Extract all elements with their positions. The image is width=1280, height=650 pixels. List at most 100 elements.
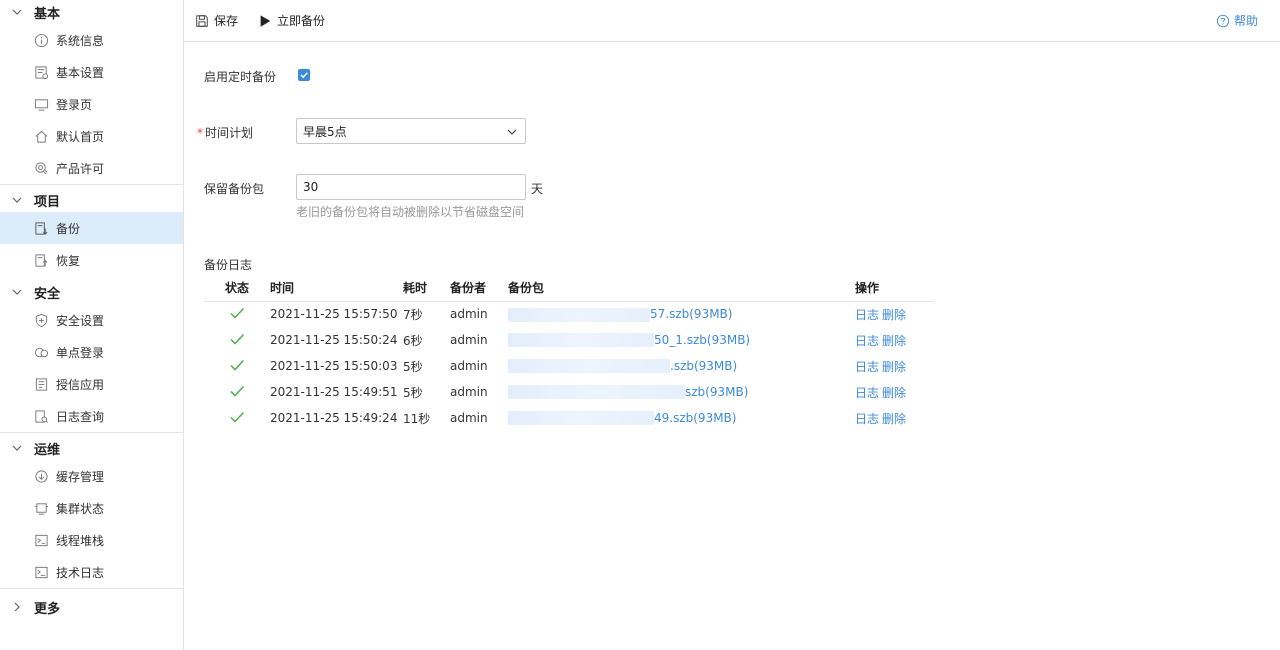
divider [0, 432, 183, 433]
success-check-icon [229, 409, 245, 425]
package-name: 49.szb(93MB) [654, 410, 737, 425]
sidebar-item-license[interactable]: 产品许可 [0, 152, 183, 184]
redacted-block [508, 307, 650, 322]
checkmark-icon [300, 72, 308, 79]
log-link[interactable]: 日志 [855, 308, 879, 322]
backup-now-label: 立即备份 [277, 14, 326, 28]
success-check-icon [229, 331, 245, 347]
package-name: .szb(93MB) [670, 358, 738, 373]
info-icon [34, 33, 49, 48]
sidebar-item-cache[interactable]: 缓存管理 [0, 460, 183, 492]
log-link[interactable]: 日志 [855, 334, 879, 348]
nav-group-label: 安全 [34, 286, 61, 302]
package-link[interactable]: .szb(93MB) [508, 353, 855, 379]
cell-duration: 5秒 [403, 385, 423, 400]
keep-hint: 老旧的备份包将自动被删除以节省磁盘空间 [296, 205, 525, 219]
sidebar-item-log-query[interactable]: 日志查询 [0, 400, 183, 432]
divider [0, 588, 183, 589]
nav-group-ops[interactable]: 运维 [0, 436, 183, 460]
log-link[interactable]: 日志 [855, 412, 879, 426]
table-row: 2021-11-25 15:50:03 5秒 admin .szb(93MB) … [204, 353, 934, 379]
redacted-block [508, 385, 685, 400]
sidebar-item-tech-log[interactable]: 技术日志 [0, 556, 183, 588]
nav-group-security[interactable]: 安全 [0, 280, 183, 304]
delete-link[interactable]: 删除 [882, 386, 906, 400]
shield-icon [34, 313, 49, 328]
sidebar-item-thread-stack[interactable]: 线程堆栈 [0, 524, 183, 556]
chevron-down-icon [12, 287, 22, 297]
package-link[interactable]: 49.szb(93MB) [508, 405, 855, 431]
nav-group-basic[interactable]: 基本 [0, 0, 183, 24]
sidebar-item-label: 授信应用 [56, 377, 105, 392]
sidebar-item-basic-settings[interactable]: 基本设置 [0, 56, 183, 88]
col-user: 备份者 [450, 275, 508, 302]
redacted-block [508, 411, 654, 426]
monitor-icon [34, 97, 49, 112]
cache-icon [34, 469, 49, 484]
chevron-right-icon [12, 602, 22, 612]
table-row: 2021-11-25 15:50:24 6秒 admin 50_1.szb(93… [204, 327, 934, 353]
package-link[interactable]: 57.szb(93MB) [508, 301, 855, 327]
redacted-block [508, 333, 654, 348]
chevron-down-icon [12, 7, 22, 17]
nav-group-label: 运维 [34, 442, 61, 458]
sidebar-item-system-info[interactable]: 系统信息 [0, 24, 183, 56]
nav-group-label: 基本 [34, 6, 61, 22]
delete-link[interactable]: 删除 [882, 308, 906, 322]
backup-now-button[interactable]: 立即备份 [258, 12, 325, 29]
save-button[interactable]: 保存 [195, 12, 238, 29]
schedule-value: 早晨5点 [303, 124, 347, 139]
schedule-select[interactable]: 早晨5点 [296, 118, 526, 144]
enable-schedule-checkbox[interactable] [298, 69, 310, 81]
chevron-down-icon [12, 195, 22, 205]
nav-group-more[interactable]: 更多 [0, 595, 183, 619]
delete-link[interactable]: 删除 [882, 360, 906, 374]
sidebar-item-security-settings[interactable]: 安全设置 [0, 304, 183, 336]
sidebar-item-label: 安全设置 [56, 313, 105, 328]
sidebar-item-label: 系统信息 [56, 33, 105, 48]
help-link[interactable]: 帮助 [1216, 12, 1258, 29]
save-label: 保存 [214, 14, 239, 28]
backup-log-title: 备份日志 [204, 258, 253, 272]
restore-icon [34, 253, 49, 268]
sidebar: 基本 系统信息 基本设置 登录页 默认首页 产品许可 项目 备份 恢复 安全 安… [0, 0, 184, 650]
package-link[interactable]: szb(93MB) [508, 379, 855, 405]
package-name: 50_1.szb(93MB) [654, 332, 751, 347]
redacted-block [508, 359, 670, 374]
cell-user: admin [450, 385, 488, 399]
sidebar-item-trusted-apps[interactable]: 授信应用 [0, 368, 183, 400]
required-mark: * [197, 126, 203, 140]
nav-group-project[interactable]: 项目 [0, 188, 183, 212]
success-check-icon [229, 383, 245, 399]
sidebar-item-label: 登录页 [56, 97, 93, 112]
sidebar-item-backup[interactable]: 备份 [0, 212, 183, 244]
log-link[interactable]: 日志 [855, 386, 879, 400]
sidebar-item-login-page[interactable]: 登录页 [0, 88, 183, 120]
sidebar-item-label: 缓存管理 [56, 469, 105, 484]
table-row: 2021-11-25 15:49:24 11秒 admin 49.szb(93M… [204, 405, 934, 431]
divider [0, 184, 183, 185]
keep-days-input[interactable] [296, 174, 526, 200]
sidebar-item-restore[interactable]: 恢复 [0, 244, 183, 276]
sidebar-item-cluster[interactable]: 集群状态 [0, 492, 183, 524]
sidebar-item-default-home[interactable]: 默认首页 [0, 120, 183, 152]
delete-link[interactable]: 删除 [882, 334, 906, 348]
main-content: 启用定时备份 *时间计划 早晨5点 保留备份包 天 老旧的备份包将自动被删除以节… [184, 42, 1280, 650]
cell-time: 2021-11-25 15:49:24 [270, 411, 398, 425]
help-icon [1216, 14, 1230, 27]
package-name: 57.szb(93MB) [650, 307, 733, 321]
log-link[interactable]: 日志 [855, 360, 879, 374]
toolbar: 保存 立即备份 帮助 [184, 0, 1280, 42]
package-link[interactable]: 50_1.szb(93MB) [508, 327, 855, 353]
cell-duration: 7秒 [403, 307, 423, 322]
terminal-icon [34, 565, 49, 580]
sidebar-item-label: 默认首页 [56, 129, 105, 144]
cell-user: admin [450, 307, 488, 322]
sidebar-item-sso[interactable]: 单点登录 [0, 336, 183, 368]
success-check-icon [229, 357, 245, 373]
col-status: 状态 [204, 275, 270, 302]
nav-group-label: 更多 [34, 601, 61, 617]
license-icon [34, 161, 49, 176]
success-check-icon [229, 305, 245, 321]
delete-link[interactable]: 删除 [882, 412, 906, 426]
